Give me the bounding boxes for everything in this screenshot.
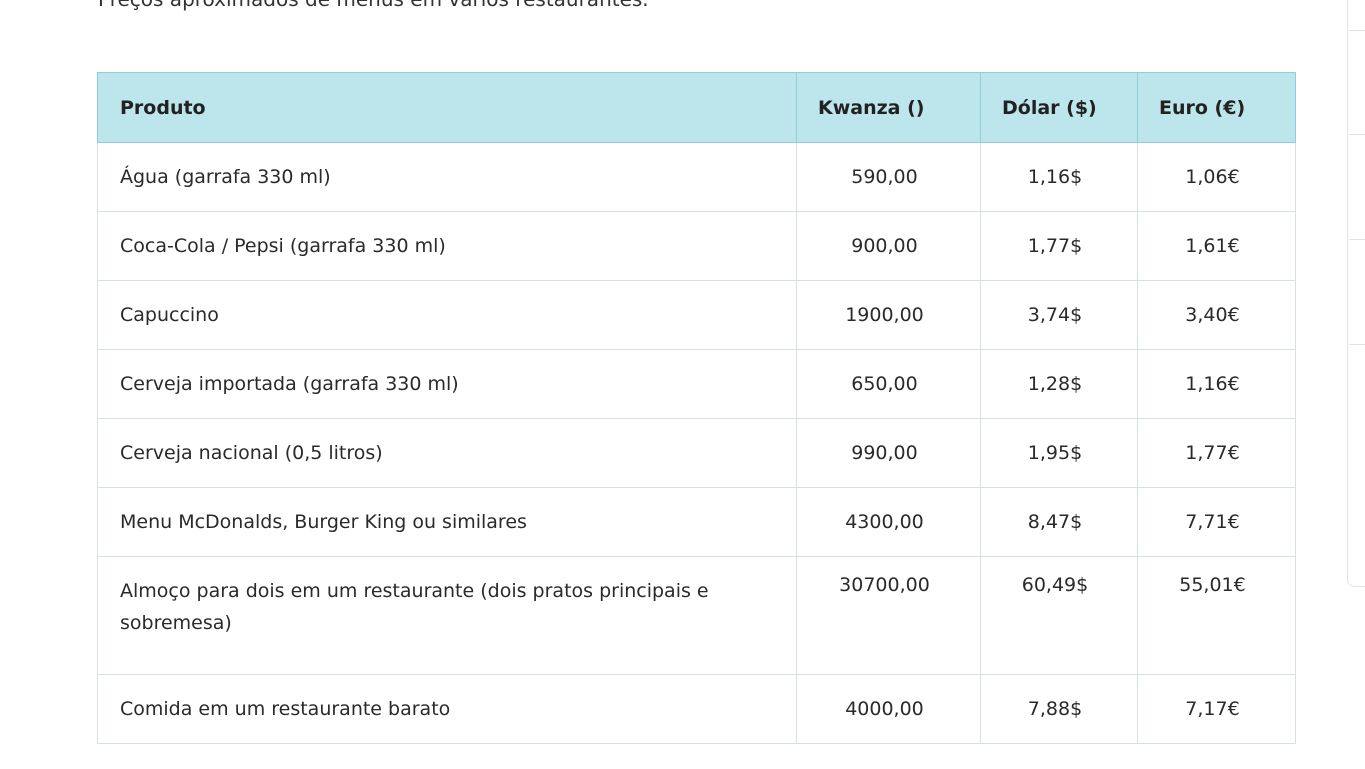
side-panel-divider (1349, 30, 1365, 31)
cell-euro: 1,16€ (1137, 349, 1296, 419)
side-panel-divider (1349, 239, 1365, 240)
price-table-container: Produto Kwanza () Dólar ($) Euro (€) Águ… (97, 72, 1296, 744)
table-row: Coca-Cola / Pepsi (garrafa 330 ml) 900,0… (97, 211, 1296, 281)
cell-kwanza: 4000,00 (796, 674, 981, 744)
cell-dolar: 7,88$ (980, 674, 1138, 744)
header-kwanza: Kwanza () (796, 72, 981, 143)
cell-dolar: 1,95$ (980, 418, 1138, 488)
cell-kwanza: 1900,00 (796, 280, 981, 350)
table-header-row: Produto Kwanza () Dólar ($) Euro (€) (97, 72, 1296, 143)
table-row: Cerveja nacional (0,5 litros) 990,00 1,9… (97, 418, 1296, 488)
cell-dolar: 8,47$ (980, 487, 1138, 557)
cell-kwanza: 990,00 (796, 418, 981, 488)
cell-euro: 7,71€ (1137, 487, 1296, 557)
side-panel-divider (1349, 134, 1365, 135)
cell-euro: 1,77€ (1137, 418, 1296, 488)
side-panel-divider (1349, 344, 1365, 345)
table-row: Cerveja importada (garrafa 330 ml) 650,0… (97, 349, 1296, 419)
cell-produto: Capuccino (97, 280, 797, 350)
cell-produto: Cerveja nacional (0,5 litros) (97, 418, 797, 488)
table-row: Capuccino 1900,00 3,74$ 3,40€ (97, 280, 1296, 350)
table-row: Menu McDonalds, Burger King ou similares… (97, 487, 1296, 557)
cell-euro: 1,06€ (1137, 142, 1296, 212)
cell-kwanza: 30700,00 (796, 556, 981, 675)
cell-dolar: 1,16$ (980, 142, 1138, 212)
cell-produto: Água (garrafa 330 ml) (97, 142, 797, 212)
side-panel-edge (1347, 0, 1365, 587)
table-row: Comida em um restaurante barato 4000,00 … (97, 674, 1296, 744)
price-table: Produto Kwanza () Dólar ($) Euro (€) Águ… (97, 72, 1296, 744)
cell-kwanza: 650,00 (796, 349, 981, 419)
cell-euro: 55,01€ (1137, 556, 1296, 675)
header-euro: Euro (€) (1137, 72, 1296, 143)
cell-produto: Menu McDonalds, Burger King ou similares (97, 487, 797, 557)
cell-euro: 3,40€ (1137, 280, 1296, 350)
cell-kwanza: 4300,00 (796, 487, 981, 557)
cell-euro: 1,61€ (1137, 211, 1296, 281)
cell-dolar: 60,49$ (980, 556, 1138, 675)
cell-dolar: 1,77$ (980, 211, 1138, 281)
cell-produto: Comida em um restaurante barato (97, 674, 797, 744)
table-row: Água (garrafa 330 ml) 590,00 1,16$ 1,06€ (97, 142, 1296, 212)
cell-dolar: 3,74$ (980, 280, 1138, 350)
cell-produto: Coca-Cola / Pepsi (garrafa 330 ml) (97, 211, 797, 281)
cell-produto: Almoço para dois em um restaurante (dois… (97, 556, 797, 675)
cell-kwanza: 900,00 (796, 211, 981, 281)
cell-dolar: 1,28$ (980, 349, 1138, 419)
header-dolar: Dólar ($) (980, 72, 1138, 143)
intro-text: Preços aproximados de menus em vários re… (98, 0, 649, 11)
cell-kwanza: 590,00 (796, 142, 981, 212)
cell-euro: 7,17€ (1137, 674, 1296, 744)
table-row: Almoço para dois em um restaurante (dois… (97, 556, 1296, 675)
header-produto: Produto (97, 72, 797, 143)
cell-produto: Cerveja importada (garrafa 330 ml) (97, 349, 797, 419)
